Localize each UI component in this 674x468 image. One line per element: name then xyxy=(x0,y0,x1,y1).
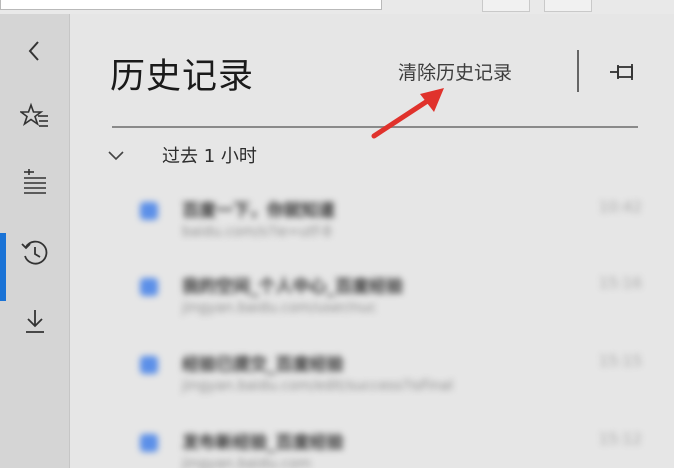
history-item-title: 我的空间_个人中心_百度经验 xyxy=(182,277,403,297)
history-item-title: 百度一下，你就知道 xyxy=(182,201,335,221)
history-item-url: jingyan.baidu.com xyxy=(182,456,312,468)
history-item-time: 15:15 xyxy=(598,352,642,370)
history-item-time: 15:16 xyxy=(598,274,642,292)
favorites-icon[interactable] xyxy=(14,96,56,138)
history-item-time: 15:12 xyxy=(598,430,642,448)
history-group-label: 过去 1 小时 xyxy=(162,146,257,167)
toolbar-button[interactable] xyxy=(482,0,530,12)
hub-sidebar xyxy=(0,14,70,468)
active-indicator xyxy=(0,233,6,301)
back-icon[interactable] xyxy=(14,30,56,72)
history-item-url: baidu.com/s?ie=utf-8 xyxy=(182,224,332,240)
history-panel: 历史记录 清除历史记录 过去 1 小时 百度一下，你就知道 baidu.com/… xyxy=(70,14,674,468)
site-favicon xyxy=(140,202,158,220)
reading-list-icon[interactable] xyxy=(14,160,56,202)
site-favicon xyxy=(140,434,158,452)
history-item[interactable]: 我的空间_个人中心_百度经验 jingyan.baidu.com/user/nu… xyxy=(130,270,650,326)
browser-toolbar xyxy=(0,0,674,14)
history-item[interactable]: 发布新经验_百度经验 jingyan.baidu.com 15:12 xyxy=(130,426,650,468)
history-item-title: 发布新经验_百度经验 xyxy=(182,433,344,453)
history-item-title: 经验已提交_百度经验 xyxy=(182,355,344,375)
page-title: 历史记录 xyxy=(110,57,255,97)
history-item[interactable]: 经验已提交_百度经验 jingyan.baidu.com/edit/succes… xyxy=(130,348,650,404)
address-bar[interactable] xyxy=(0,0,382,10)
header-divider xyxy=(112,126,638,128)
downloads-icon[interactable] xyxy=(14,300,56,342)
history-icon[interactable] xyxy=(14,232,56,274)
toolbar-button[interactable] xyxy=(544,0,592,12)
divider xyxy=(577,50,579,92)
history-item-url: jingyan.baidu.com/edit/success?isFinal xyxy=(182,378,454,394)
history-item[interactable]: 百度一下，你就知道 baidu.com/s?ie=utf-8 10:42 xyxy=(130,194,650,250)
clear-history-button[interactable]: 清除历史记录 xyxy=(398,58,512,85)
pin-icon[interactable] xyxy=(608,58,640,86)
site-favicon xyxy=(140,356,158,374)
history-group-header[interactable]: 过去 1 小时 xyxy=(104,140,257,170)
site-favicon xyxy=(140,278,158,296)
history-item-time: 10:42 xyxy=(598,198,642,216)
chevron-down-icon xyxy=(104,143,128,167)
history-item-url: jingyan.baidu.com/user/nuc xyxy=(182,300,377,316)
